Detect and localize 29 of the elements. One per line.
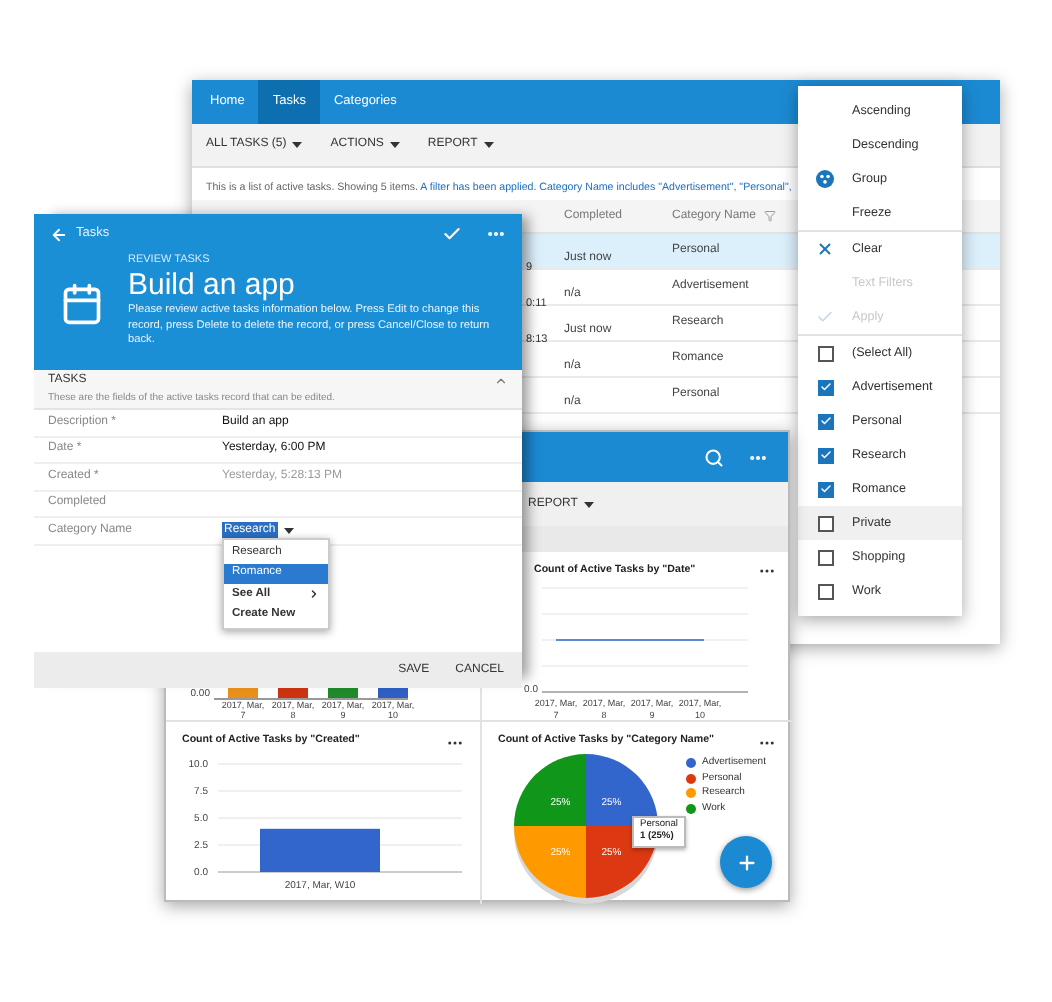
caret-icon	[389, 142, 400, 148]
check-icon	[819, 380, 831, 394]
checkbox[interactable]	[817, 379, 833, 395]
check-icon	[819, 482, 831, 496]
checkbox[interactable]	[817, 515, 833, 531]
search-icon[interactable]	[704, 447, 724, 467]
caret-icon	[483, 142, 494, 148]
check-icon	[816, 308, 834, 326]
add-button[interactable]	[720, 836, 772, 888]
check-icon	[819, 448, 831, 462]
close-icon	[816, 240, 834, 258]
filter-icon[interactable]	[764, 210, 777, 222]
checkbox[interactable]	[817, 549, 833, 565]
checkbox[interactable]	[817, 481, 833, 497]
caret-icon	[292, 142, 303, 148]
checkbox[interactable]	[817, 583, 833, 599]
chevron-icon	[308, 588, 320, 601]
back-icon	[50, 225, 68, 243]
dialog-title: Build an app	[128, 268, 297, 304]
checkbox[interactable]	[817, 447, 833, 463]
check-icon[interactable]	[442, 224, 462, 244]
checkbox[interactable]	[817, 345, 833, 361]
group-icon	[816, 170, 834, 188]
checkbox[interactable]	[817, 413, 833, 429]
caret-icon	[583, 501, 594, 507]
calendar-icon	[59, 282, 103, 326]
check-icon	[819, 414, 831, 428]
collapse-icon[interactable]	[494, 374, 508, 388]
plus-icon	[735, 851, 757, 873]
